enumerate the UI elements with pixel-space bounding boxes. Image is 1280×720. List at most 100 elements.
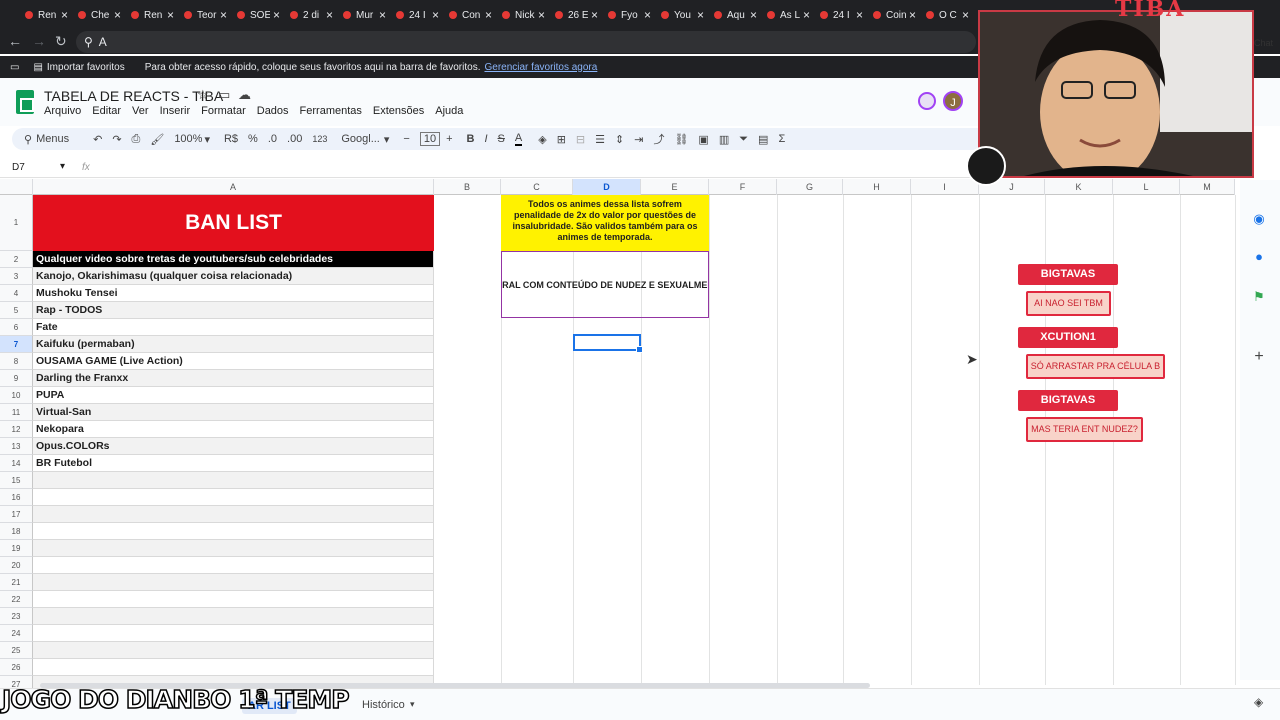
column-header-c[interactable]: C bbox=[501, 179, 573, 195]
import-bookmarks-link[interactable]: Importar favoritos bbox=[47, 62, 125, 73]
column-header-f[interactable]: F bbox=[709, 179, 777, 195]
sheet-tab-historico[interactable]: Histórico bbox=[362, 699, 405, 711]
filter-icon[interactable]: ⏷ bbox=[739, 133, 748, 146]
tab-close-icon[interactable]: × bbox=[962, 8, 969, 22]
warning-cell[interactable]: ERAL COM CONTEÚDO DE NUDEZ E SEXUALMEN bbox=[501, 251, 709, 318]
tab-close-icon[interactable]: × bbox=[697, 8, 704, 22]
empty-cell[interactable] bbox=[33, 591, 434, 608]
increase-decimal-button[interactable]: .00 bbox=[287, 133, 302, 145]
browser-tab[interactable]: Nick × bbox=[497, 0, 550, 30]
row-header-1[interactable]: 1 bbox=[0, 195, 33, 251]
tab-close-icon[interactable]: × bbox=[326, 8, 333, 22]
name-box-dropdown-icon[interactable]: ▾ bbox=[60, 161, 65, 172]
selected-cell-d7[interactable] bbox=[573, 334, 643, 353]
tab-close-icon[interactable]: × bbox=[909, 8, 916, 22]
font-size-decrease-icon[interactable]: − bbox=[403, 133, 409, 145]
empty-cell[interactable] bbox=[33, 642, 434, 659]
tab-close-icon[interactable]: × bbox=[485, 8, 492, 22]
tab-close-icon[interactable]: × bbox=[644, 8, 651, 22]
row-header-12[interactable]: 12 bbox=[0, 421, 33, 438]
ban-list-item[interactable]: Kaifuku (permaban) bbox=[33, 336, 434, 353]
back-icon[interactable]: ← bbox=[8, 33, 22, 49]
row-header-13[interactable]: 13 bbox=[0, 438, 33, 455]
paint-format-icon[interactable]: 🖌 bbox=[150, 133, 164, 146]
row-header-9[interactable]: 9 bbox=[0, 370, 33, 387]
ban-list-title[interactable]: BAN LIST bbox=[33, 195, 434, 251]
empty-cell[interactable] bbox=[33, 557, 434, 574]
empty-cell[interactable] bbox=[33, 625, 434, 642]
tab-close-icon[interactable]: × bbox=[856, 8, 863, 22]
reload-icon[interactable]: ↻ bbox=[55, 33, 67, 50]
browser-tab[interactable]: Teor × bbox=[179, 0, 232, 30]
row-header-25[interactable]: 25 bbox=[0, 642, 33, 659]
empty-cell[interactable] bbox=[33, 574, 434, 591]
row-header-15[interactable]: 15 bbox=[0, 472, 33, 489]
ban-list-item[interactable]: PUPA bbox=[33, 387, 434, 404]
tab-close-icon[interactable]: × bbox=[379, 8, 386, 22]
column-header-i[interactable]: I bbox=[911, 179, 979, 195]
ban-list-item[interactable]: Opus.COLORs bbox=[33, 438, 434, 455]
row-header-24[interactable]: 24 bbox=[0, 625, 33, 642]
tab-close-icon[interactable]: × bbox=[114, 8, 121, 22]
tab-close-icon[interactable]: × bbox=[432, 8, 439, 22]
menu-item-dados[interactable]: Dados bbox=[257, 105, 289, 117]
column-header-e[interactable]: E bbox=[641, 179, 709, 195]
browser-tab[interactable]: Coin × bbox=[868, 0, 921, 30]
row-header-7[interactable]: 7 bbox=[0, 336, 33, 353]
ban-list-item[interactable]: Mushoku Tensei bbox=[33, 285, 434, 302]
menu-item-editar[interactable]: Editar bbox=[92, 105, 121, 117]
column-header-m[interactable]: M bbox=[1180, 179, 1235, 195]
row-header-2[interactable]: 2 bbox=[0, 251, 33, 268]
tasks-icon[interactable]: ◉ bbox=[1250, 210, 1268, 228]
menu-item-inserir[interactable]: Inserir bbox=[160, 105, 191, 117]
browser-tab[interactable]: Che × bbox=[73, 0, 126, 30]
empty-cell[interactable] bbox=[33, 540, 434, 557]
browser-tab[interactable]: O C × bbox=[921, 0, 974, 30]
print-icon[interactable]: ⎙ bbox=[132, 133, 141, 146]
menus-search[interactable]: Menus bbox=[36, 133, 69, 145]
ban-list-item[interactable]: Kanojo, Okarishimasu (qualquer coisa rel… bbox=[33, 268, 434, 285]
browser-tab[interactable]: Con × bbox=[444, 0, 497, 30]
functions-button[interactable]: Σ bbox=[778, 133, 785, 145]
tab-close-icon[interactable]: × bbox=[167, 8, 174, 22]
user-avatar[interactable]: J bbox=[943, 91, 963, 111]
chat-button[interactable]: Chat bbox=[1254, 38, 1273, 48]
redo-icon[interactable]: ↷ bbox=[112, 133, 121, 146]
fill-color-icon[interactable]: ◈ bbox=[538, 133, 546, 146]
menu-item-ver[interactable]: Ver bbox=[132, 105, 149, 117]
omnibox[interactable]: ⚲ A bbox=[76, 31, 976, 53]
browser-tab[interactable]: SOE × bbox=[232, 0, 285, 30]
currency-format-button[interactable]: R$ bbox=[224, 133, 238, 145]
forward-icon[interactable]: → bbox=[32, 33, 46, 49]
sheet-tab-dropdown-icon[interactable]: ▾ bbox=[410, 699, 415, 710]
empty-cell[interactable] bbox=[33, 472, 434, 489]
tab-close-icon[interactable]: × bbox=[803, 8, 810, 22]
add-addon-icon[interactable]: + bbox=[1250, 348, 1268, 366]
row-header-22[interactable]: 22 bbox=[0, 591, 33, 608]
browser-tab[interactable]: You × bbox=[656, 0, 709, 30]
vertical-align-icon[interactable]: ⇕ bbox=[615, 133, 624, 146]
strikethrough-icon[interactable]: S bbox=[498, 133, 505, 145]
menu-item-arquivo[interactable]: Arquivo bbox=[44, 105, 81, 117]
ban-list-item[interactable]: Rap - TODOS bbox=[33, 302, 434, 319]
zoom-dropdown-icon[interactable]: ▾ bbox=[204, 133, 210, 146]
row-header-11[interactable]: 11 bbox=[0, 404, 33, 421]
row-header-6[interactable]: 6 bbox=[0, 319, 33, 336]
empty-cell[interactable] bbox=[33, 523, 434, 540]
column-header-k[interactable]: K bbox=[1045, 179, 1113, 195]
row-header-17[interactable]: 17 bbox=[0, 506, 33, 523]
row-header-23[interactable]: 23 bbox=[0, 608, 33, 625]
browser-tab[interactable]: Fyo × bbox=[603, 0, 656, 30]
zoom-select[interactable]: 100% bbox=[174, 133, 202, 145]
maps-icon[interactable]: ⚑ bbox=[1250, 288, 1268, 306]
font-dropdown-icon[interactable]: ▾ bbox=[384, 133, 390, 146]
borders-icon[interactable]: ⊞ bbox=[557, 133, 566, 146]
browser-tab[interactable]: 24 I × bbox=[815, 0, 868, 30]
penalty-note-cell[interactable]: Todos os animes dessa lista sofrem penal… bbox=[501, 195, 709, 251]
row-header-20[interactable]: 20 bbox=[0, 557, 33, 574]
cloud-status-icon[interactable]: ☁ bbox=[238, 87, 251, 103]
menu-item-formatar[interactable]: Formatar bbox=[201, 105, 246, 117]
row-header-14[interactable]: 14 bbox=[0, 455, 33, 472]
browser-tab[interactable]: Ren × bbox=[126, 0, 179, 30]
comment-icon[interactable]: ▣ bbox=[698, 133, 708, 146]
